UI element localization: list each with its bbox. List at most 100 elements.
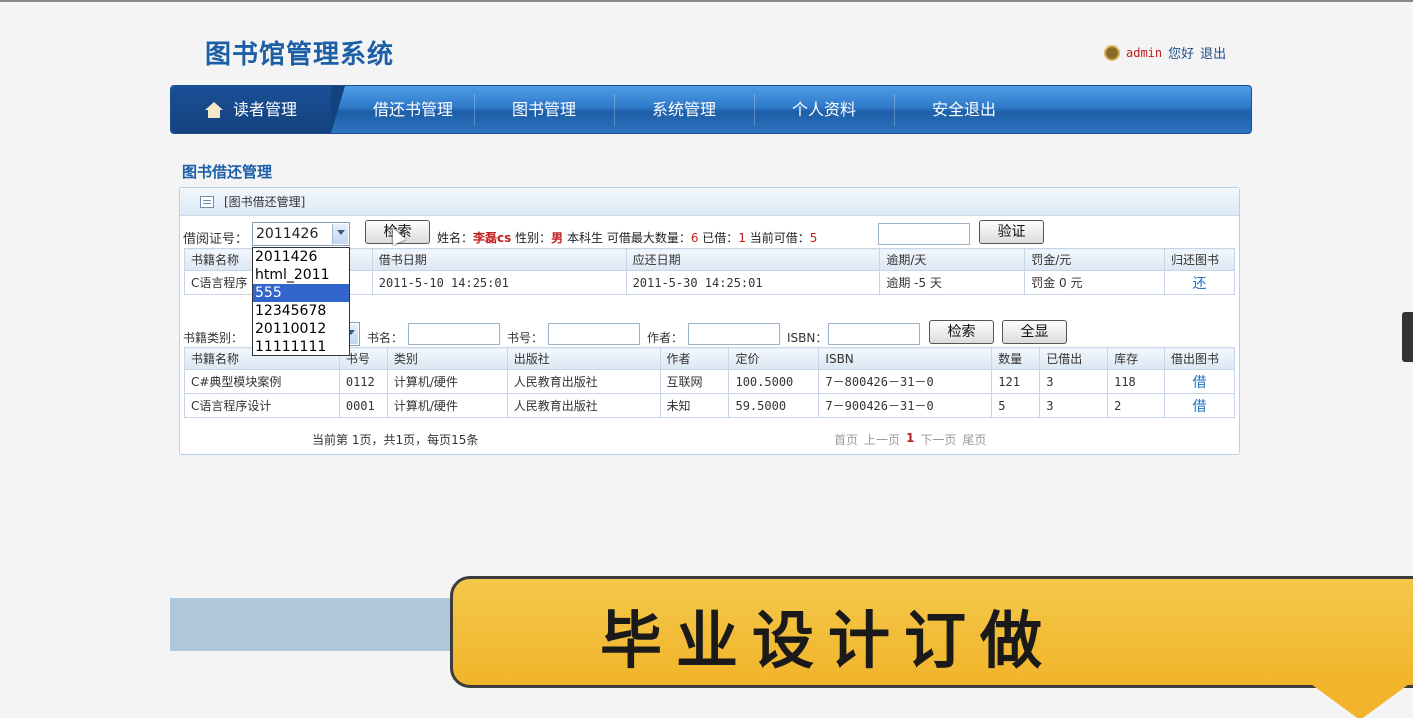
cell: 计算机/硬件 [386,369,508,394]
col-header: 逾期/天 [879,248,1026,271]
pager-first[interactable]: 首页 [834,431,858,448]
verify-button[interactable]: 验证 [979,220,1044,244]
cell: 未知 [659,393,730,418]
pager-prev[interactable]: 上一页 [864,431,900,448]
col-header: ISBN [818,347,993,370]
book-table: 书籍名称 书号 类别 出版社 作者 定价 ISBN 数量 已借出 库存 借出图书… [184,347,1235,418]
cell: 100.5000 [728,369,820,394]
return-link[interactable]: 还 [1164,270,1235,295]
bookname-input[interactable] [408,323,500,345]
nav-item-borrow[interactable]: 借还书管理 [343,86,483,133]
reader-gender-label: 性别： [515,231,552,245]
col-header: 已借出 [1039,347,1109,370]
pager-info: 当前第 1页，共1页，每页15条 [312,433,479,447]
reader-can-value: 5 [809,231,818,245]
isbn-input[interactable] [828,323,920,345]
reader-info: 姓名：李磊cs 性别：男 本科生 可借最大数量：6 已借：1 当前可借：5 [437,229,817,246]
panel-header: [图书借还管理] [180,188,1239,216]
table-row: C语言程序设计 0001 计算机/硬件 人民教育出版社 未知 59.5000 7… [184,393,1235,418]
col-header: 类别 [386,347,508,370]
cell: 5 [991,393,1041,418]
dropdown-option-selected[interactable]: 555 [253,284,349,302]
cell: 计算机/硬件 [386,393,508,418]
user-area: admin 您好 退出 [1104,43,1226,62]
borrow-link[interactable]: 借 [1164,393,1235,418]
dropdown-option[interactable]: 12345678 [253,302,349,320]
reader-name-value: 李磊cs [473,231,512,245]
col-header: 数量 [991,347,1041,370]
cell: 罚金 0 元 [1024,270,1166,295]
cell: 7－800426－31－0 [818,369,993,394]
section-title: 图书借还管理 [182,163,273,181]
main-nav: 读者管理 借还书管理 图书管理 系统管理 个人资料 安全退出 [170,85,1252,134]
bookno-label: 书号： [507,331,544,345]
col-header: 归还图书 [1164,248,1235,271]
app-title: 图书馆管理系统 [205,40,395,70]
side-scroll-tab[interactable] [1402,312,1413,362]
cell: 0112 [338,369,388,394]
card-number-select[interactable]: 2011426 [252,222,350,246]
home-icon [204,101,223,118]
cell: 0001 [338,393,388,418]
cell: 121 [991,369,1041,394]
cell: 2011-5-10 14:25:01 [371,270,627,295]
cell: 人民教育出版社 [506,393,661,418]
dropdown-option[interactable]: html_2011 [253,266,349,284]
user-greeting: 您好 [1168,47,1195,62]
nav-label: 读者管理 [232,100,297,119]
cell: 人民教育出版社 [506,369,661,394]
reader-max-value: 6 [690,231,699,245]
user-avatar-icon [1104,44,1120,61]
cell: 118 [1107,369,1166,394]
category-label: 书籍类别： [183,331,244,345]
pager-current: 1 [906,431,915,445]
col-header: 借出图书 [1164,347,1235,370]
panel-title: [图书借还管理] [224,195,306,209]
bookname-label: 书名： [367,331,404,345]
nav-item-books[interactable]: 图书管理 [474,86,614,133]
reader-gender-value: 男 [551,231,564,245]
pager-next[interactable]: 下一页 [920,431,956,448]
card-number-dropdown: 2011426 html_2011 555 12345678 20110012 … [252,247,350,356]
cell: 互联网 [659,369,730,394]
nav-item-reader[interactable]: 读者管理 [171,86,345,133]
verify-input[interactable] [878,223,970,245]
logout-link[interactable]: 退出 [1200,43,1226,62]
reader-borrowed-label: 已借： [702,231,739,245]
cell: 3 [1039,393,1109,418]
dropdown-option[interactable]: 11111111 [253,338,349,356]
show-all-button[interactable]: 全显 [1002,320,1067,344]
col-header: 罚金/元 [1024,248,1166,271]
col-header: 定价 [728,347,820,370]
reader-name-label: 姓名： [437,231,474,245]
bookno-input[interactable] [548,323,640,345]
reader-max-label: 可借最大数量： [606,231,691,245]
nav-item-system[interactable]: 系统管理 [614,86,754,133]
panel-icon [200,195,214,208]
reader-type: 本科生 [566,231,603,245]
col-header: 借书日期 [371,248,627,271]
dropdown-option[interactable]: 2011426 [253,248,349,266]
pager-last[interactable]: 尾页 [962,431,986,448]
col-header: 作者 [659,347,730,370]
author-input[interactable] [688,323,780,345]
col-header: 应还日期 [625,248,881,271]
card-number-label: 借阅证号： [183,232,249,247]
nav-item-safe-exit[interactable]: 安全退出 [894,86,1034,133]
isbn-label: ISBN： [787,331,828,345]
nav-item-profile[interactable]: 个人资料 [754,86,894,133]
chevron-down-icon[interactable] [332,224,348,244]
table-row: C#典型模块案例 0112 计算机/硬件 人民教育出版社 互联网 100.500… [184,369,1235,394]
cell: C#典型模块案例 [184,369,340,394]
promo-banner-tail [1300,676,1413,718]
cell: 逾期 -5 天 [879,270,1026,295]
book-search-button[interactable]: 检索 [929,320,994,344]
footer-band [170,598,470,651]
cell: 59.5000 [728,393,820,418]
cell: 3 [1039,369,1109,394]
borrow-link[interactable]: 借 [1164,369,1235,394]
col-header: 库存 [1107,347,1166,370]
reader-can-label: 当前可借： [749,231,810,245]
dropdown-option[interactable]: 20110012 [253,320,349,338]
cell: 2 [1107,393,1166,418]
